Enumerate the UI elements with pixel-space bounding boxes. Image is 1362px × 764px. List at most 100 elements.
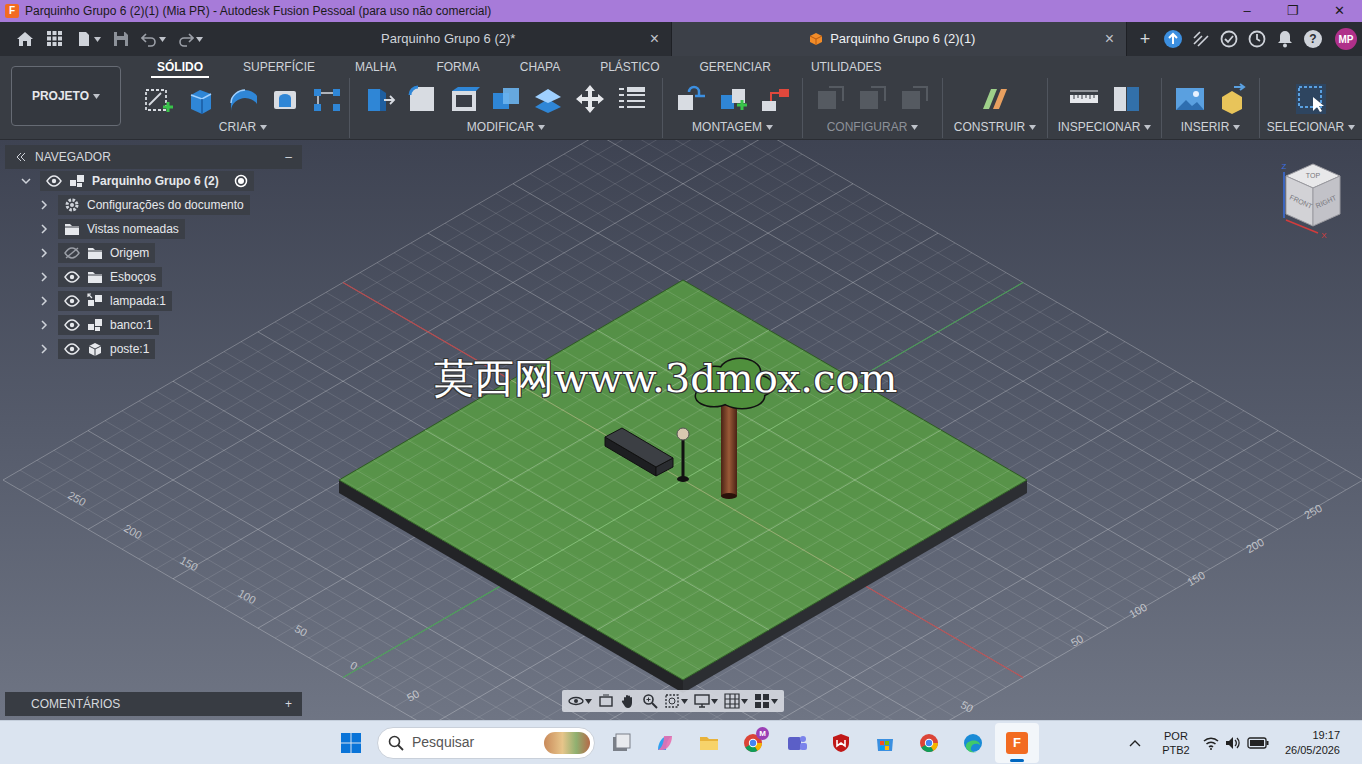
browser-row[interactable]: lampada:1	[5, 289, 302, 313]
ground-plate[interactable]	[339, 280, 1027, 693]
create-sketch-icon[interactable]	[143, 83, 175, 115]
mcafee-button[interactable]	[819, 723, 863, 763]
browser-root-row[interactable]: Parquinho Grupo 6 (2)	[5, 169, 302, 193]
clock[interactable]: 19:1726/05/2026	[1285, 728, 1340, 758]
minimize-button[interactable]: –	[1224, 0, 1270, 22]
chevron-right-icon[interactable]	[36, 248, 52, 258]
group-menu[interactable]: MONTAGEM	[663, 118, 802, 136]
eye-hidden-icon[interactable]	[64, 247, 80, 259]
parameters-icon[interactable]	[616, 83, 648, 115]
home-button[interactable]	[12, 25, 38, 53]
redo-button[interactable]	[174, 25, 207, 53]
restore-button[interactable]: ❐	[1270, 0, 1316, 22]
viewport[interactable]: 250200150100500250200150100505050莫西网www.…	[0, 140, 1362, 720]
shell-icon[interactable]	[448, 83, 480, 115]
group-menu[interactable]: CONSTRUIR	[943, 118, 1047, 136]
apps-button[interactable]	[42, 25, 68, 53]
browser-row[interactable]: Origem	[5, 241, 302, 265]
wifi-icon[interactable]	[1203, 736, 1219, 750]
move-icon[interactable]	[574, 83, 606, 115]
new-tab-button[interactable]: +	[1135, 29, 1155, 49]
view-cube[interactable]: TOPFRONTRIGHTZX	[1278, 160, 1350, 240]
eye-icon[interactable]	[64, 343, 80, 355]
press-pull-icon[interactable]	[364, 83, 396, 115]
ribbon-tab[interactable]: FORMA	[416, 59, 499, 78]
ribbon-tab[interactable]: SÓLIDO	[137, 59, 223, 78]
undo-button[interactable]	[137, 25, 170, 53]
chevron-down-icon[interactable]	[18, 176, 34, 186]
new-component-icon[interactable]	[675, 83, 707, 115]
fillet-icon[interactable]	[406, 83, 438, 115]
section-analysis-icon[interactable]	[1110, 83, 1142, 115]
viewports-button[interactable]	[754, 693, 778, 709]
minimize-panel-button[interactable]: –	[285, 148, 292, 166]
edge-button[interactable]	[951, 723, 995, 763]
show-hidden-icons-icon[interactable]	[1129, 739, 1141, 747]
select-icon[interactable]	[1295, 83, 1327, 115]
grid-settings-button[interactable]	[724, 693, 748, 709]
view-cube-face-label[interactable]: RIGHT	[1315, 194, 1338, 210]
offset-face-icon[interactable]	[532, 83, 564, 115]
browser-row[interactable]: banco:1	[5, 313, 302, 337]
insert-image-icon[interactable]	[1174, 83, 1206, 115]
help-button[interactable]: ?	[1303, 29, 1323, 49]
start-button[interactable]	[335, 727, 367, 759]
browser-row[interactable]: poste:1	[5, 337, 302, 361]
fusion-button[interactable]: F	[995, 723, 1039, 763]
view-cube-face-label[interactable]: FRONT	[1289, 194, 1315, 210]
joint-icon[interactable]	[717, 83, 749, 115]
ribbon-tab[interactable]: UTILIDADES	[791, 59, 902, 78]
bench-model[interactable]	[605, 428, 673, 476]
close-button[interactable]: ✕	[1316, 0, 1362, 22]
group-menu[interactable]: CRIAR	[137, 118, 349, 136]
hole-icon[interactable]	[269, 83, 301, 115]
document-tab[interactable]: Parquinho Grupo 6 (2)(1)×	[672, 22, 1127, 56]
ribbon-tab[interactable]: GERENCIAR	[680, 59, 791, 78]
chrome-profile-button[interactable]: M	[731, 723, 775, 763]
document-tab[interactable]: Parquinho Grupo 6 (2)*×	[355, 22, 672, 56]
task-view-button[interactable]	[599, 723, 643, 763]
extrude-icon[interactable]	[185, 83, 217, 115]
volume-icon[interactable]	[1225, 736, 1241, 750]
collapse-left-icon[interactable]	[15, 151, 27, 163]
zoom-button[interactable]	[642, 693, 658, 709]
chevron-right-icon[interactable]	[36, 224, 52, 234]
measure-icon[interactable]	[1068, 83, 1100, 115]
eye-icon[interactable]	[64, 319, 80, 331]
browser-row[interactable]: Configurações do documento	[5, 193, 302, 217]
ribbon-tab[interactable]: PLÁSTICO	[580, 59, 679, 78]
file-menu-button[interactable]	[72, 25, 105, 53]
ribbon-tab[interactable]: MALHA	[335, 59, 416, 78]
revolve-icon[interactable]	[227, 83, 259, 115]
chevron-right-icon[interactable]	[36, 344, 52, 354]
store-button[interactable]	[863, 723, 907, 763]
group-menu[interactable]: CONFIGURAR	[803, 118, 942, 136]
group-menu[interactable]: SELECIONAR	[1260, 118, 1362, 136]
close-tab-button[interactable]: ×	[1103, 27, 1116, 51]
battery-icon[interactable]	[1247, 737, 1269, 749]
lamp-model[interactable]	[677, 428, 689, 482]
model-canvas[interactable]: 250200150100500250200150100505050	[0, 140, 1362, 720]
extensions-button[interactable]	[1191, 29, 1211, 49]
user-avatar[interactable]: MP	[1335, 28, 1357, 50]
pan-hand-button[interactable]	[620, 693, 636, 709]
copilot-button[interactable]	[643, 723, 687, 763]
update-button[interactable]	[1163, 29, 1183, 49]
keyboard-language[interactable]: PORPTB2	[1155, 729, 1197, 757]
offset-plane-icon[interactable]	[979, 83, 1011, 115]
chevron-right-icon[interactable]	[36, 272, 52, 282]
search-box[interactable]: Pesquisar	[377, 727, 595, 759]
group-menu[interactable]: INSERIR	[1162, 118, 1259, 136]
fit-button[interactable]	[664, 693, 688, 709]
ribbon-tab[interactable]: SUPERFÍCIE	[223, 59, 335, 78]
orbit-button[interactable]	[568, 693, 592, 709]
combine-icon[interactable]	[490, 83, 522, 115]
chevron-right-icon[interactable]	[36, 320, 52, 330]
group-menu[interactable]: INSPECIONAR	[1048, 118, 1161, 136]
teams-button[interactable]	[775, 723, 819, 763]
notifications-button[interactable]	[1275, 29, 1295, 49]
eye-icon[interactable]	[64, 295, 80, 307]
eye-icon[interactable]	[64, 271, 80, 283]
save-button[interactable]	[109, 25, 133, 53]
display-settings-button[interactable]	[694, 693, 718, 709]
